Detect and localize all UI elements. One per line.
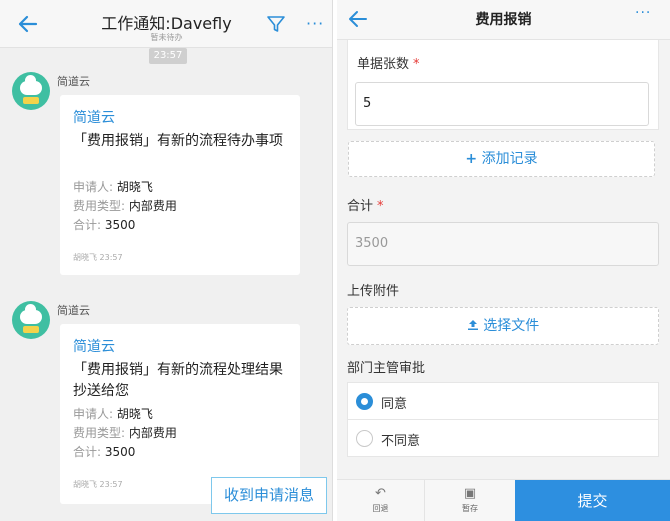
- receipt-count-label: 单据张数 *: [357, 57, 420, 72]
- cloud-icon: [20, 75, 42, 95]
- save-icon: ▣: [463, 486, 477, 501]
- more-icon[interactable]: ···: [635, 5, 651, 21]
- type-row: 费用类型: 内部费用: [73, 199, 177, 213]
- total-label: 合计 *: [347, 199, 384, 214]
- radio-checked-icon[interactable]: [356, 393, 373, 410]
- avatar[interactable]: [12, 301, 50, 339]
- receipt-count-input[interactable]: 5: [355, 82, 649, 126]
- chat-header: 工作通知:Davefly 暂未待办 ···: [0, 0, 332, 48]
- card-footer: 胡晓飞 23:57: [73, 480, 123, 489]
- sender-name: 简道云: [57, 304, 90, 317]
- submit-button[interactable]: 提交: [515, 480, 670, 521]
- applicant-row: 申请人: 胡晓飞: [73, 407, 153, 421]
- sender-name: 简道云: [57, 75, 90, 88]
- upload-icon: [467, 320, 478, 330]
- card-body: 「费用报销」有新的流程处理结果抄送给您: [73, 362, 283, 399]
- message-card[interactable]: 简道云 「费用报销」有新的流程待办事项 申请人: 胡晓飞 费用类型: 内部费用 …: [60, 95, 300, 275]
- form-panel: 费用报销 ··· 单据张数 * 5 + 添加记录 合计 * 3500 上传附件 选择…: [337, 0, 670, 521]
- form-title: 费用报销: [475, 12, 532, 28]
- form-header: 费用报销 ···: [337, 0, 670, 40]
- attachment-label: 上传附件: [347, 284, 400, 299]
- total-input[interactable]: 3500: [347, 222, 659, 266]
- radio-unchecked-icon[interactable]: [356, 430, 373, 447]
- choose-file-button[interactable]: 选择文件: [347, 307, 659, 345]
- total-row: 合计: 3500: [73, 218, 136, 232]
- timestamp: 23:57: [149, 48, 187, 64]
- filter-icon[interactable]: [266, 14, 286, 34]
- inbox-button[interactable]: 收到申请消息: [211, 477, 327, 514]
- undo-icon: ↶: [375, 486, 386, 501]
- card-title: 简道云: [73, 339, 115, 355]
- approval-label: 部门主管审批: [347, 361, 426, 376]
- card-body: 「费用报销」有新的流程待办事项: [73, 133, 283, 149]
- avatar[interactable]: [12, 72, 50, 110]
- rollback-button[interactable]: ↶ 回退: [337, 480, 425, 521]
- card-footer: 胡晓飞 23:57: [73, 253, 123, 262]
- save-draft-button[interactable]: ▣ 暂存: [425, 480, 515, 521]
- plus-icon: +: [465, 151, 478, 167]
- applicant-row: 申请人: 胡晓飞: [73, 180, 153, 194]
- approve-option[interactable]: 同意: [347, 382, 659, 420]
- chat-panel: 工作通知:Davefly 暂未待办 ··· 23:57 简道云 简道云 「费用报…: [0, 0, 333, 521]
- type-row: 费用类型: 内部费用: [73, 426, 177, 440]
- reject-option[interactable]: 不同意: [347, 419, 659, 457]
- total-row: 合计: 3500: [73, 445, 136, 459]
- bottom-toolbar: ↶ 回退 ▣ 暂存 提交: [337, 479, 670, 521]
- card-title: 简道云: [73, 110, 115, 126]
- more-icon[interactable]: ···: [306, 14, 324, 33]
- add-record-button[interactable]: + 添加记录: [348, 141, 655, 177]
- cloud-icon: [20, 304, 42, 324]
